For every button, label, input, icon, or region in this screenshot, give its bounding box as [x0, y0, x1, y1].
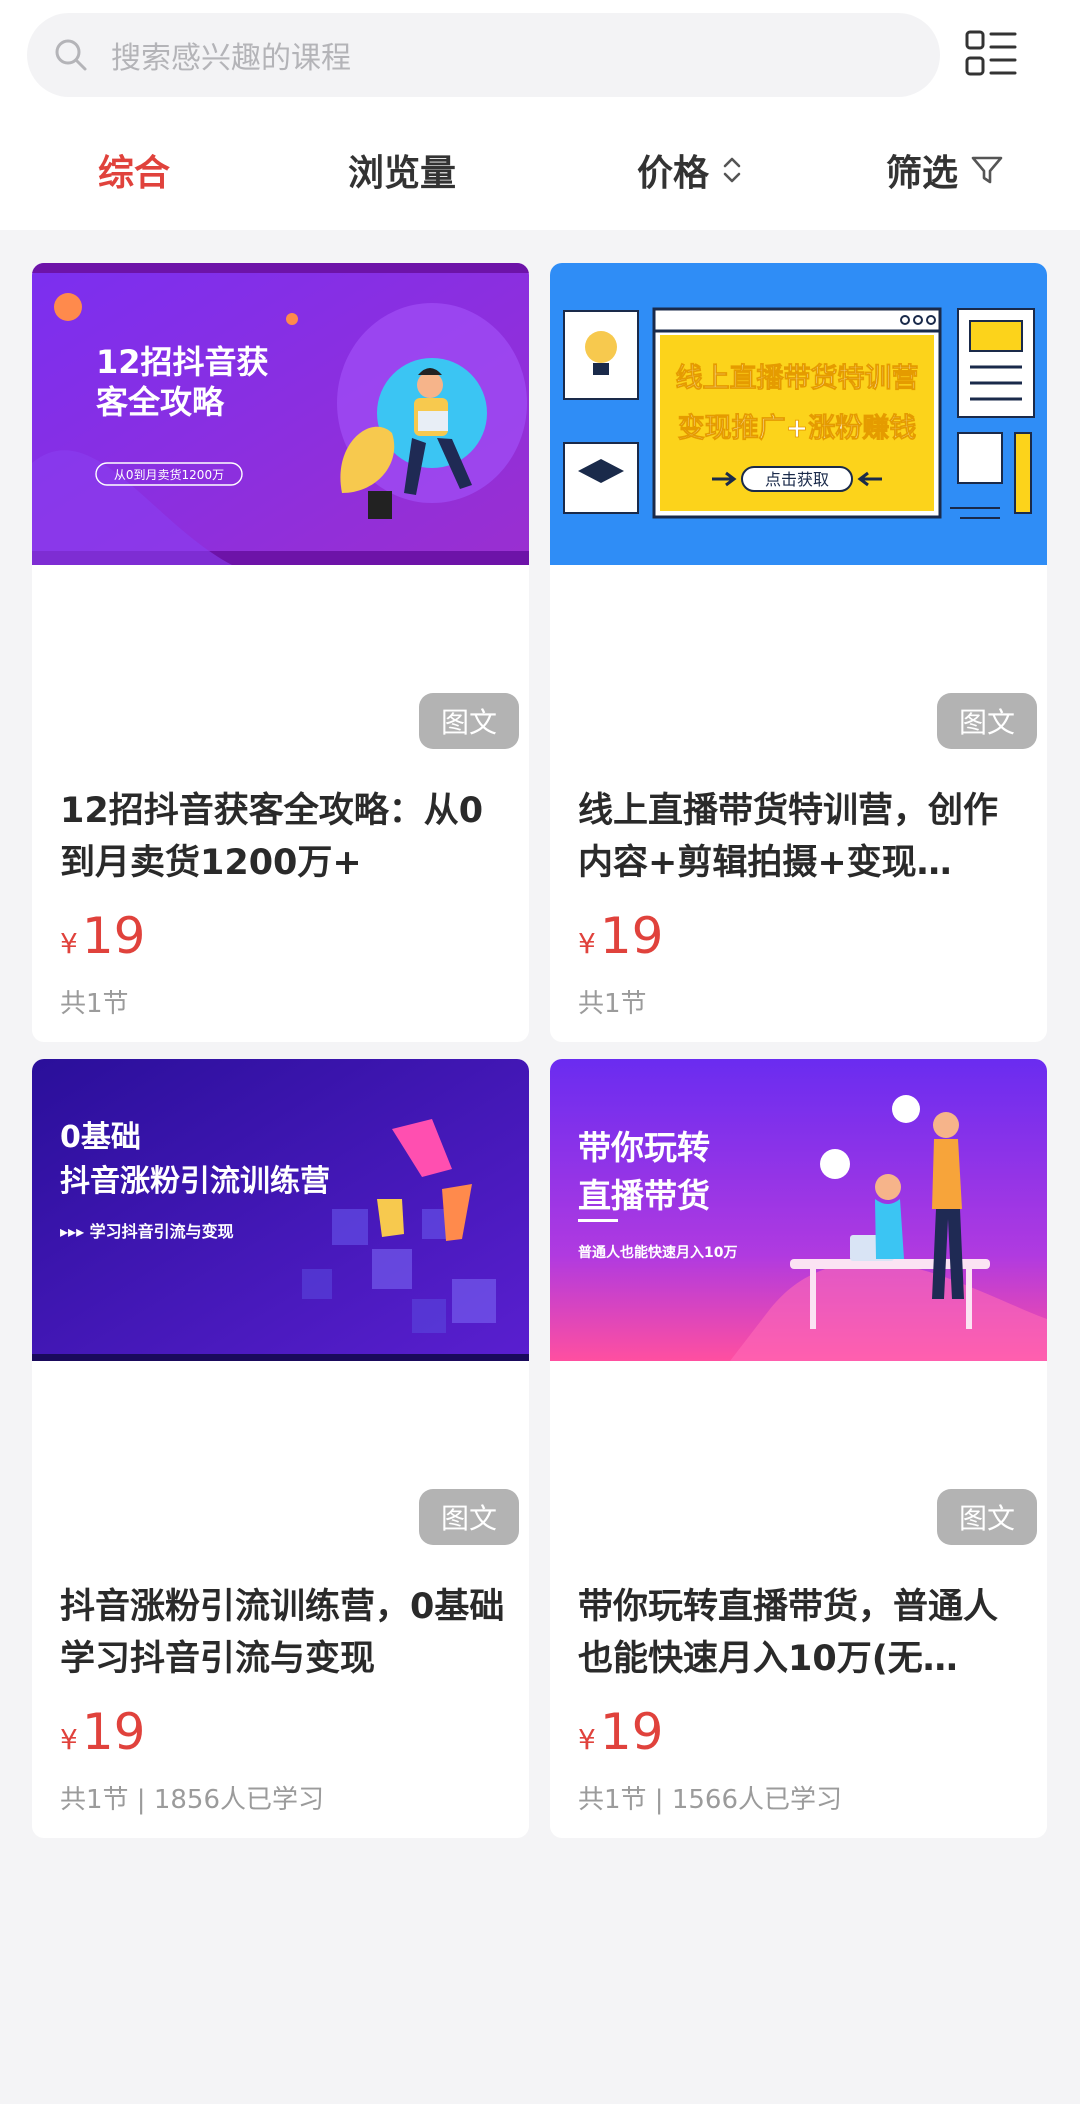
course-price: ¥ 19: [578, 1703, 663, 1761]
sort-tabs: 综合 浏览量 价格 筛选: [0, 140, 1080, 200]
course-meta: 共1节 | 1566人已学习: [578, 1785, 842, 1815]
cover-headline: 抖音涨粉引流训练营: [60, 1164, 330, 1199]
cover-tag: 普通人也能快速月入10万: [578, 1244, 737, 1261]
currency-symbol: ¥: [578, 1723, 596, 1756]
course-cover-image: 12招抖音获 客全攻略 从0到月卖货1200万: [32, 263, 529, 565]
course-cover-image: 0基础 抖音涨粉引流训练营 ▸▸▸ 学习抖音引流与变现: [32, 1059, 529, 1361]
search-icon: [55, 39, 87, 71]
price-value: 19: [599, 907, 664, 965]
top-bar: 搜索感兴趣的课程 综合 浏览量 价格 筛选: [0, 0, 1080, 230]
cover-tag: 从0到月卖货1200万: [114, 467, 224, 482]
tab-label: 综合: [98, 153, 171, 194]
media-type-badge: 图文: [937, 1489, 1037, 1545]
search-input[interactable]: 搜索感兴趣的课程: [27, 13, 940, 97]
sort-arrows-icon: [723, 157, 741, 183]
course-meta: 共1节 | 1856人已学习: [60, 1785, 324, 1815]
filter-icon: [971, 156, 1003, 184]
course-cover-image: 带你玩转 直播带货 普通人也能快速月入10万: [550, 1059, 1047, 1361]
cover-headline: 12招抖音获: [96, 343, 269, 381]
cover-headline: 线上直播带货特训营: [676, 362, 919, 394]
currency-symbol: ¥: [60, 1723, 78, 1756]
course-card[interactable]: 带你玩转 直播带货 普通人也能快速月入10万 图文 带你玩转直播带货，普通人也能…: [550, 1059, 1047, 1838]
search-placeholder: 搜索感兴趣的课程: [111, 41, 351, 76]
course-meta: 共1节: [578, 989, 647, 1019]
price-value: 19: [81, 907, 146, 965]
cover-tag: ▸▸▸ 学习抖音引流与变现: [60, 1222, 234, 1241]
course-card[interactable]: 0基础 抖音涨粉引流训练营 ▸▸▸ 学习抖音引流与变现 图文 抖音涨粉引流训练营…: [32, 1059, 529, 1838]
cover-headline: 客全攻略: [96, 383, 225, 421]
media-type-badge: 图文: [419, 693, 519, 749]
course-title: 带你玩转直播带货，普通人也能快速月入10万(无…: [578, 1587, 999, 1679]
cover-headline: 变现推广+涨粉赚钱: [678, 412, 917, 444]
tab-label: 浏览量: [348, 153, 457, 194]
course-title: 抖音涨粉引流训练营，0基础学习抖音引流与变现: [60, 1587, 505, 1679]
tab-views[interactable]: 浏览量: [348, 140, 456, 200]
cover-headline: 带你玩转: [578, 1128, 710, 1167]
tab-price[interactable]: 价格: [637, 140, 743, 200]
course-card[interactable]: 12招抖音获 客全攻略 从0到月卖货1200万 图文 12招抖音获客全攻略：从0…: [32, 263, 529, 1042]
cover-headline: 直播带货: [578, 1176, 710, 1215]
course-meta: 共1节: [60, 989, 129, 1019]
course-price: ¥ 19: [578, 907, 663, 965]
currency-symbol: ¥: [60, 927, 78, 960]
tab-filter[interactable]: 筛选: [886, 140, 1004, 200]
price-value: 19: [599, 1703, 664, 1761]
course-price: ¥ 19: [60, 1703, 145, 1761]
course-cover-image: 线上直播带货特训营 变现推广+涨粉赚钱 点击获取: [550, 263, 1047, 565]
cover-headline: 0基础: [60, 1120, 141, 1155]
course-title: 线上直播带货特训营，创作内容+剪辑拍摄+变现…: [578, 791, 999, 883]
currency-symbol: ¥: [578, 927, 596, 960]
course-price: ¥ 19: [60, 907, 145, 965]
cover-button-text: 点击获取: [765, 470, 829, 489]
list-layout-icon[interactable]: [965, 28, 1017, 80]
price-value: 19: [81, 1703, 146, 1761]
course-card[interactable]: 线上直播带货特训营 变现推广+涨粉赚钱 点击获取 图文 线上直播带货特训营，创作…: [550, 263, 1047, 1042]
media-type-badge: 图文: [419, 1489, 519, 1545]
tab-comprehensive[interactable]: 综合: [98, 140, 170, 200]
media-type-badge: 图文: [937, 693, 1037, 749]
course-title: 12招抖音获客全攻略：从0到月卖货1200万+: [60, 791, 484, 883]
tab-label: 筛选: [886, 153, 959, 194]
tab-label: 价格: [637, 153, 710, 194]
